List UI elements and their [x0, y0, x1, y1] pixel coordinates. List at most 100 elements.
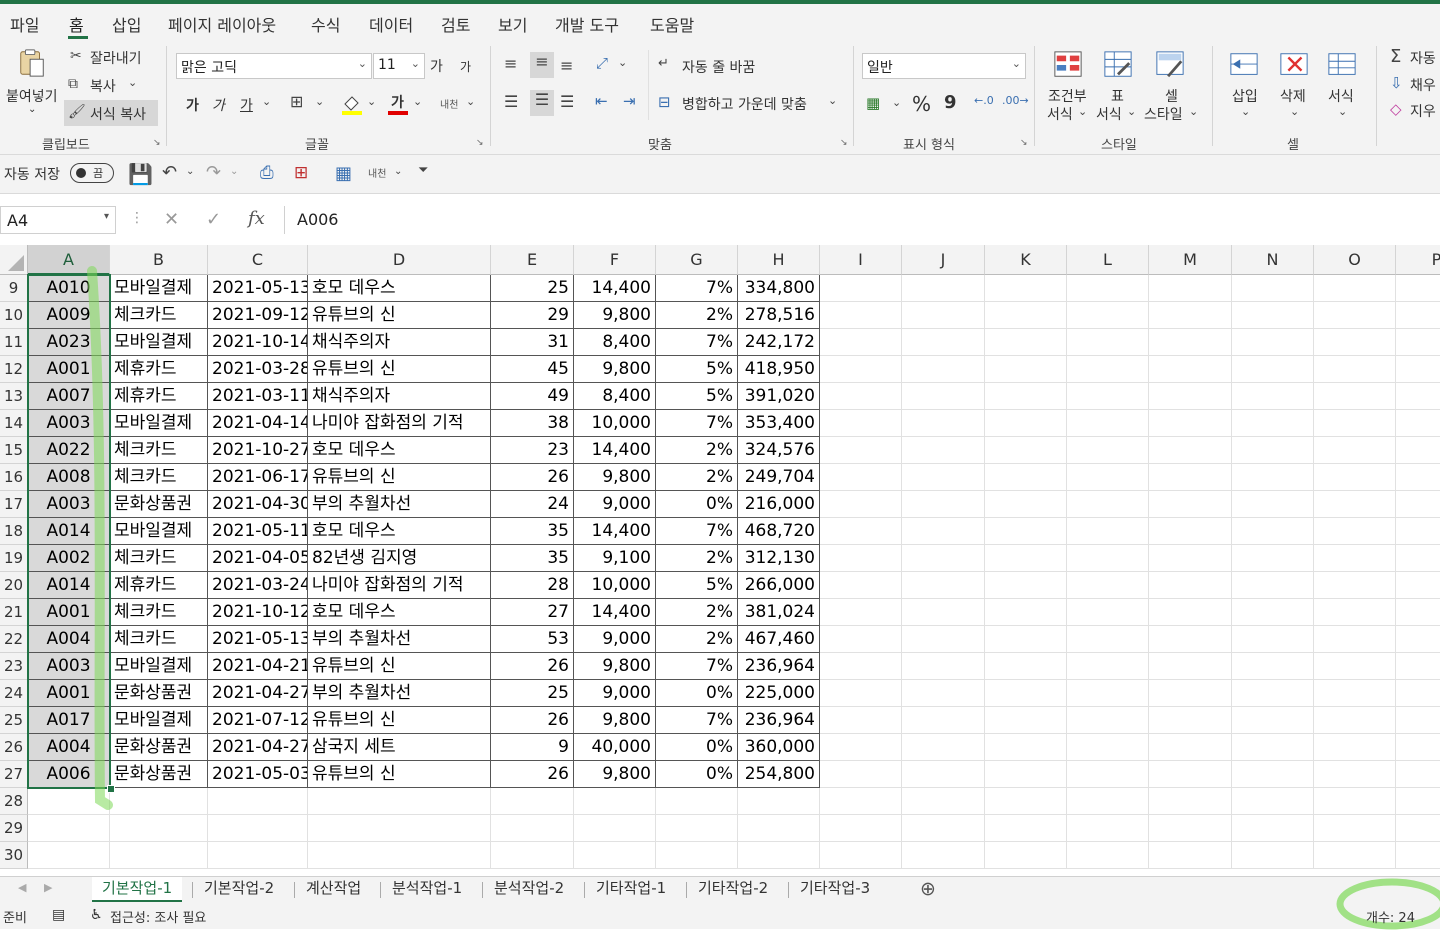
row-header[interactable]: 22	[0, 626, 28, 653]
save-icon[interactable]: 💾	[128, 162, 153, 186]
empty-cell[interactable]	[110, 788, 208, 815]
empty-cell[interactable]	[902, 491, 985, 518]
empty-cell[interactable]	[1314, 464, 1396, 491]
empty-cell[interactable]	[1396, 572, 1440, 599]
confirm-entry-icon[interactable]: ✓	[206, 209, 221, 230]
empty-cell[interactable]	[28, 815, 110, 842]
empty-cell[interactable]	[1232, 464, 1314, 491]
empty-cell[interactable]	[902, 599, 985, 626]
cell-f[interactable]: 9,800	[574, 653, 656, 680]
cell-b[interactable]: 모바일결제	[110, 329, 208, 356]
empty-cell[interactable]	[902, 761, 985, 788]
chevron-down-icon[interactable]: ⌄	[1241, 105, 1250, 118]
empty-cell[interactable]	[985, 518, 1067, 545]
empty-cell[interactable]	[985, 788, 1067, 815]
column-header-i[interactable]: I	[820, 245, 902, 275]
redo-icon[interactable]: ↷	[206, 162, 221, 183]
cell-d[interactable]: 나미야 잡화점의 기적	[308, 410, 491, 437]
empty-cell[interactable]	[1314, 761, 1396, 788]
fill-icon[interactable]: ⇩	[1390, 74, 1403, 92]
empty-cell[interactable]	[1149, 734, 1232, 761]
sheet-tab[interactable]: 분석작업-2	[484, 877, 574, 902]
font-launcher-icon[interactable]: ↘	[476, 138, 484, 148]
bold-button[interactable]: 가	[186, 95, 199, 115]
cell-c[interactable]: 2021-07-12	[208, 707, 308, 734]
empty-cell[interactable]	[985, 842, 1067, 869]
align-right-icon[interactable]: ☰	[560, 92, 574, 111]
empty-cell[interactable]	[1149, 545, 1232, 572]
cell-h[interactable]: 467,460	[738, 626, 820, 653]
empty-cell[interactable]	[820, 383, 902, 410]
empty-cell[interactable]	[1232, 437, 1314, 464]
cell-g[interactable]: 2%	[656, 626, 738, 653]
cell-b[interactable]: 제휴카드	[110, 383, 208, 410]
empty-cell[interactable]	[1314, 491, 1396, 518]
cell-d[interactable]: 82년생 김지영	[308, 545, 491, 572]
cell-a[interactable]: A022	[28, 437, 110, 464]
empty-cell[interactable]	[1232, 410, 1314, 437]
menu-page-layout[interactable]: 페이지 레이아웃	[168, 12, 276, 36]
cell-e[interactable]: 26	[491, 761, 574, 788]
menu-data[interactable]: 데이터	[369, 12, 413, 36]
undo-dropdown-icon[interactable]: ⌄	[186, 166, 194, 177]
cell-e[interactable]: 26	[491, 653, 574, 680]
copy-label[interactable]: 복사	[90, 76, 116, 96]
row-header[interactable]: 11	[0, 329, 28, 356]
cell-d[interactable]: 유튜브의 신	[308, 653, 491, 680]
cell-g[interactable]: 7%	[656, 410, 738, 437]
cell-e[interactable]: 23	[491, 437, 574, 464]
empty-cell[interactable]	[1067, 815, 1149, 842]
empty-cell[interactable]	[1314, 356, 1396, 383]
column-header-d[interactable]: D	[308, 245, 491, 275]
column-header-n[interactable]: N	[1232, 245, 1314, 275]
cell-h[interactable]: 360,000	[738, 734, 820, 761]
empty-cell[interactable]	[1067, 761, 1149, 788]
empty-cell[interactable]	[985, 599, 1067, 626]
cell-a[interactable]: A001	[28, 356, 110, 383]
formula-input[interactable]: A006	[284, 206, 1440, 234]
row-header[interactable]: 17	[0, 491, 28, 518]
empty-cell[interactable]	[1314, 626, 1396, 653]
empty-cell[interactable]	[1149, 626, 1232, 653]
alignment-launcher-icon[interactable]: ↘	[840, 138, 848, 148]
cell-h[interactable]: 249,704	[738, 464, 820, 491]
cell-e[interactable]: 29	[491, 302, 574, 329]
row-header[interactable]: 12	[0, 356, 28, 383]
cell-b[interactable]: 모바일결제	[110, 653, 208, 680]
cell-g[interactable]: 5%	[656, 383, 738, 410]
cell-c[interactable]: 2021-04-05	[208, 545, 308, 572]
cell-c[interactable]: 2021-03-24	[208, 572, 308, 599]
empty-cell[interactable]	[1067, 653, 1149, 680]
empty-cell[interactable]	[902, 545, 985, 572]
empty-cell[interactable]	[1396, 788, 1440, 815]
cell-h[interactable]: 266,000	[738, 572, 820, 599]
empty-cell[interactable]	[1149, 302, 1232, 329]
row-header[interactable]: 16	[0, 464, 28, 491]
empty-cell[interactable]	[1232, 545, 1314, 572]
empty-cell[interactable]	[1314, 383, 1396, 410]
wrap-text-icon[interactable]: ↵	[658, 56, 669, 71]
empty-cell[interactable]	[820, 653, 902, 680]
empty-cell[interactable]	[902, 653, 985, 680]
cell-d[interactable]: 호모 데우스	[308, 437, 491, 464]
empty-cell[interactable]	[1067, 734, 1149, 761]
empty-cell[interactable]	[820, 842, 902, 869]
font-size-combo[interactable]: 11 ⌄	[373, 53, 425, 79]
font-color-dropdown-icon[interactable]: ⌄	[413, 95, 422, 108]
scroll-left-icon[interactable]: ◀	[18, 881, 26, 894]
empty-cell[interactable]	[1232, 572, 1314, 599]
column-header-m[interactable]: M	[1149, 245, 1232, 275]
empty-cell[interactable]	[738, 815, 820, 842]
cell-f[interactable]: 9,800	[574, 707, 656, 734]
decrease-decimal-icon[interactable]: .00→	[1002, 94, 1029, 107]
empty-cell[interactable]	[820, 356, 902, 383]
empty-cell[interactable]	[1314, 707, 1396, 734]
cell-f[interactable]: 14,400	[574, 518, 656, 545]
conditional-format-icon[interactable]	[1052, 50, 1084, 80]
empty-cell[interactable]	[308, 788, 491, 815]
cell-h[interactable]: 278,516	[738, 302, 820, 329]
column-header-j[interactable]: J	[902, 245, 985, 275]
empty-cell[interactable]	[1149, 572, 1232, 599]
clipboard-launcher-icon[interactable]: ↘	[153, 138, 161, 148]
align-left-icon[interactable]: ☰	[504, 92, 518, 111]
